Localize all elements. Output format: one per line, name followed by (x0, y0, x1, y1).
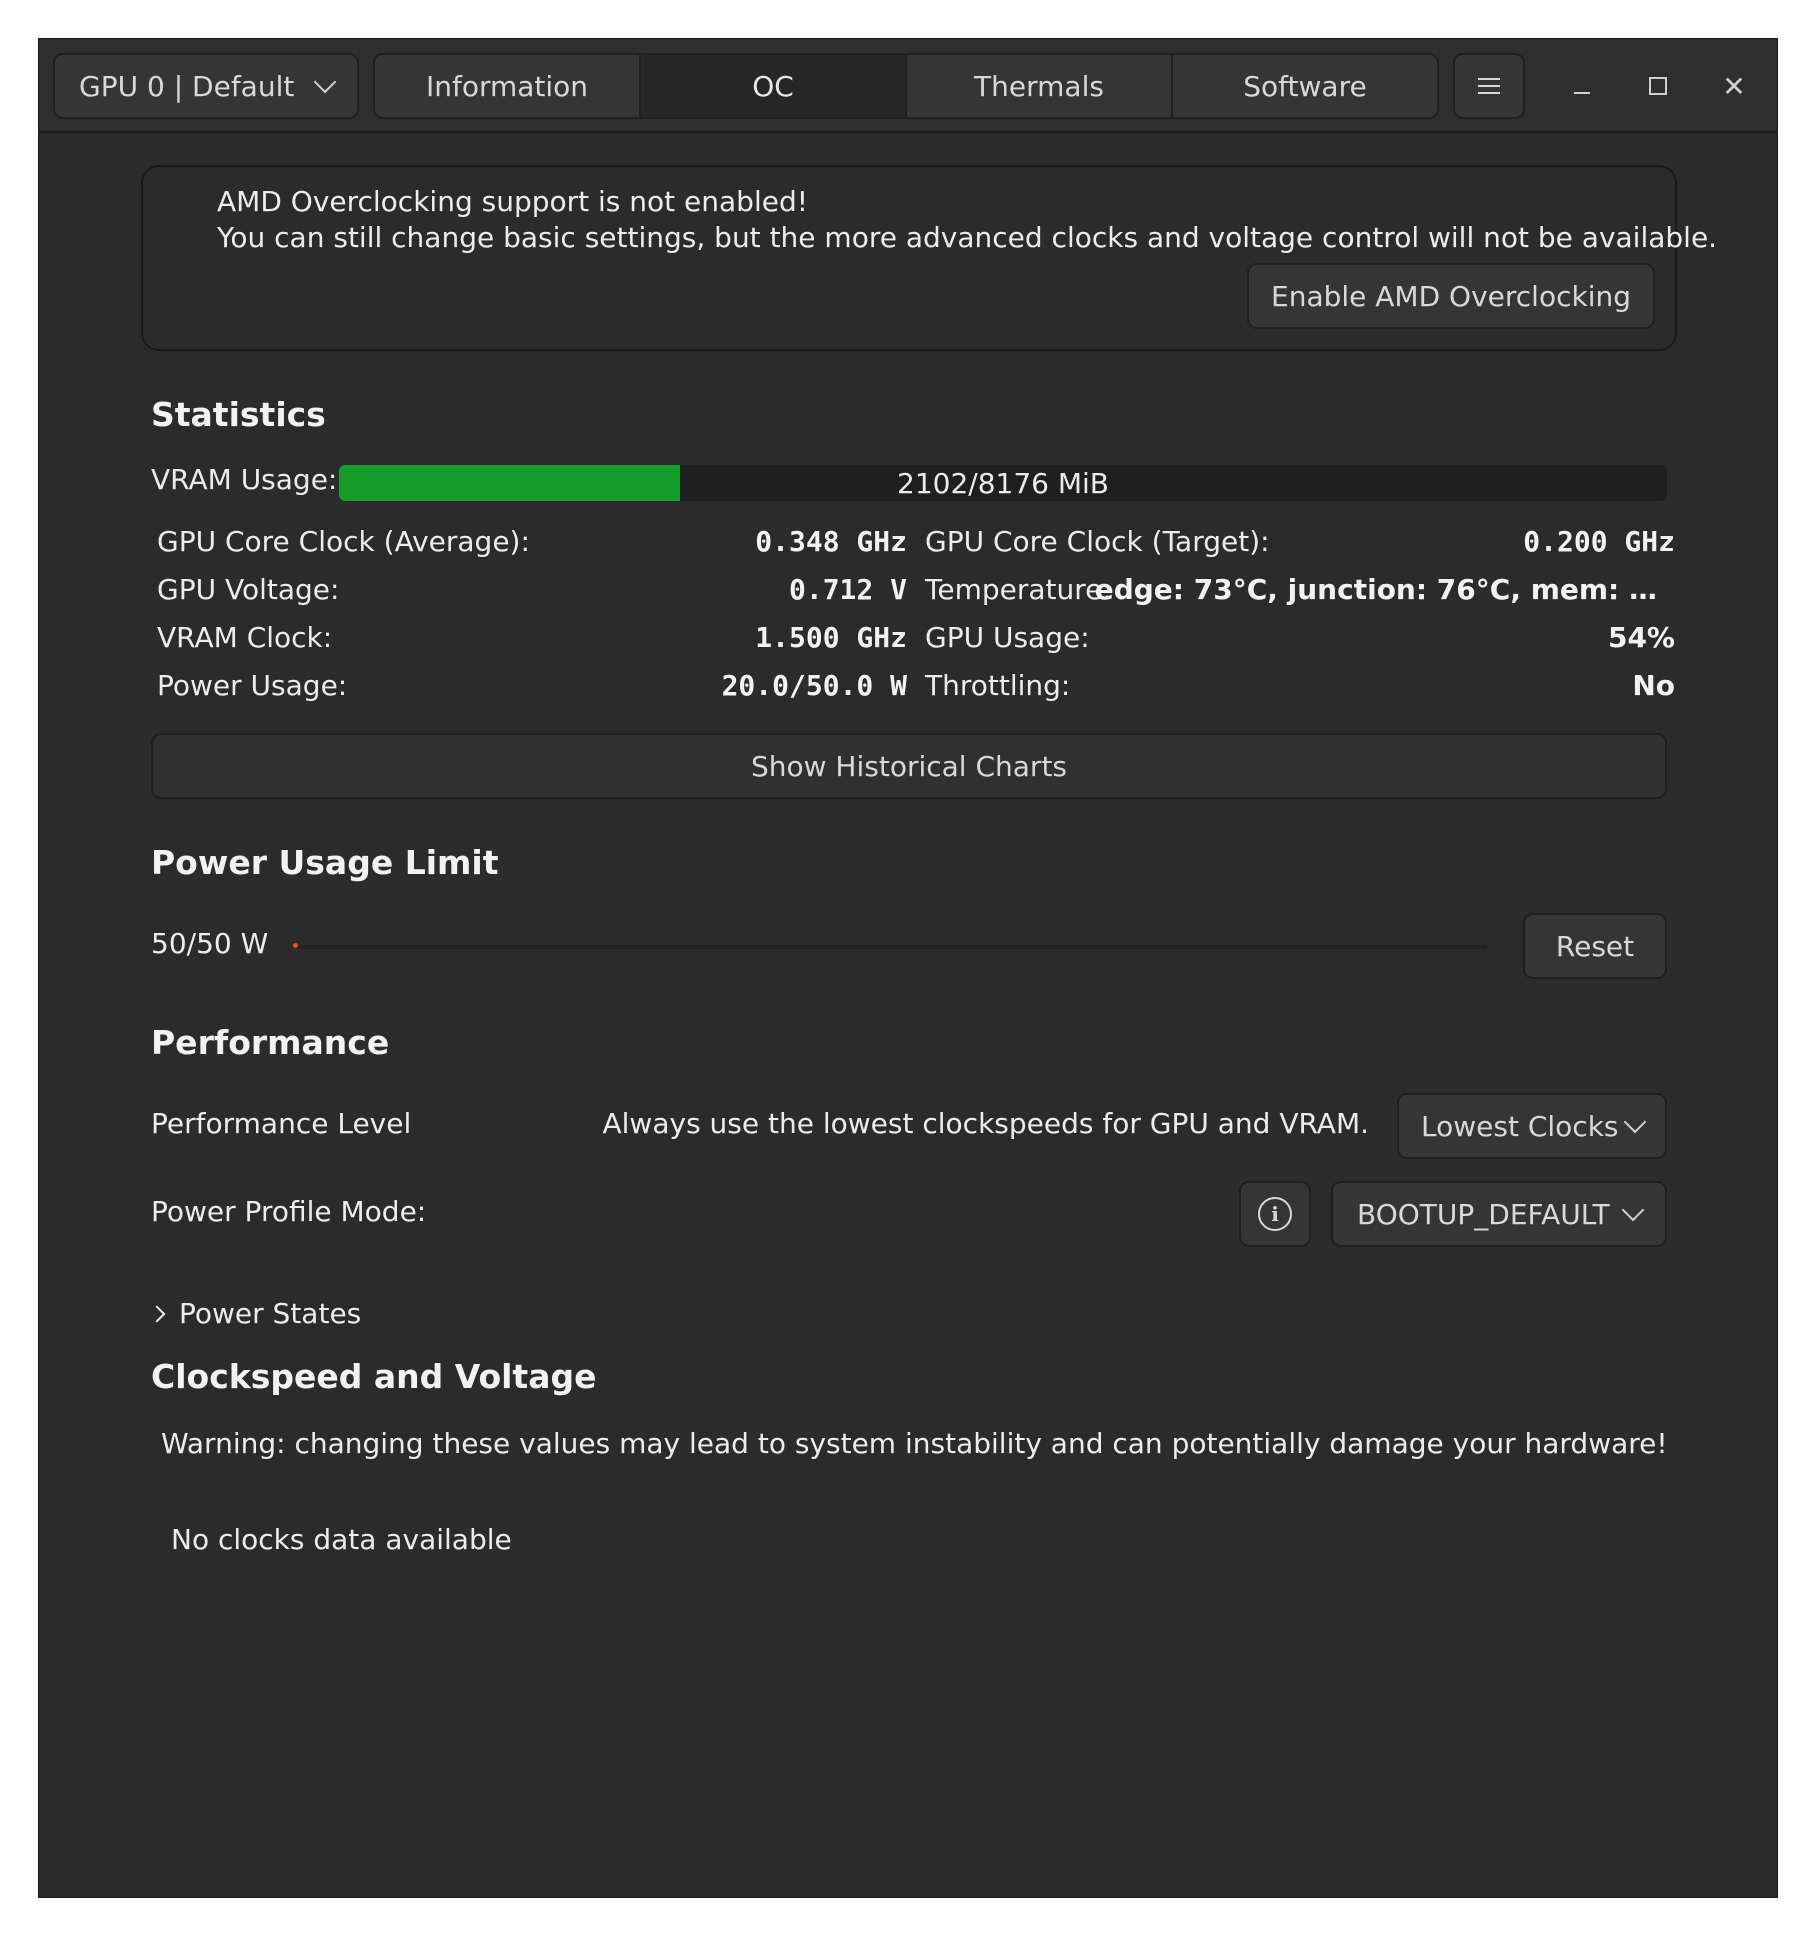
power-limit-slider[interactable] (293, 943, 1487, 949)
header-bar: GPU 0 | Default Information OC Thermals … (39, 39, 1777, 133)
chevron-down-icon (1623, 1110, 1647, 1134)
performance-level-dropdown[interactable]: Lowest Clocks (1397, 1093, 1667, 1159)
maximize-button[interactable] (1633, 61, 1683, 111)
power-profile-mode-value: BOOTUP_DEFAULT (1357, 1197, 1610, 1231)
performance-heading: Performance (151, 1023, 390, 1062)
core-clock-avg-label: GPU Core Clock (Average): (157, 525, 530, 558)
power-profile-info-button[interactable]: i (1239, 1181, 1311, 1247)
vram-usage-label: VRAM Usage: (151, 463, 338, 496)
vram-clock-value: 1.500 GHz (755, 621, 907, 654)
performance-level-description: Always use the lowest clockspeeds for GP… (602, 1107, 1370, 1140)
throttling-label: Throttling: (925, 669, 1071, 702)
vram-usage-text: 2102/8176 MiB (897, 466, 1109, 500)
reset-power-limit-button[interactable]: Reset (1523, 913, 1667, 979)
app-window: GPU 0 | Default Information OC Thermals … (38, 38, 1778, 1898)
tab-bar: Information OC Thermals Software (373, 53, 1439, 119)
chevron-down-icon (1621, 1198, 1645, 1222)
no-clocks-message: No clocks data available (171, 1523, 512, 1556)
performance-level-label: Performance Level (151, 1107, 412, 1140)
clockspeed-warning: Warning: changing these values may lead … (161, 1427, 1668, 1460)
banner-description: You can still change basic settings, but… (217, 221, 1718, 254)
gpu-usage-value: 54% (1607, 621, 1675, 654)
core-clock-avg-value: 0.348 GHz (755, 525, 907, 558)
power-profile-mode-dropdown[interactable]: BOOTUP_DEFAULT (1331, 1181, 1667, 1247)
power-usage-label: Power Usage: (157, 669, 348, 702)
tab-thermals[interactable]: Thermals (907, 55, 1173, 117)
power-limit-slider-handle[interactable] (293, 943, 298, 948)
power-states-expander[interactable]: Power States (148, 1297, 362, 1330)
power-limit-heading: Power Usage Limit (151, 843, 499, 882)
power-states-label: Power States (179, 1297, 362, 1330)
oc-disabled-banner: AMD Overclocking support is not enabled!… (141, 165, 1717, 351)
throttling-value: No (1632, 669, 1675, 702)
temperature-value: edge: 73°C, junction: 76°C, mem: … (1094, 573, 1657, 606)
info-icon: i (1258, 1197, 1292, 1231)
enable-oc-button[interactable]: Enable AMD Overclocking (1247, 263, 1655, 329)
core-clock-target-label: GPU Core Clock (Target): (925, 525, 1270, 558)
gpu-voltage-value: 0.712 V (788, 573, 907, 606)
performance-level-value: Lowest Clocks (1421, 1109, 1619, 1143)
power-profile-mode-label: Power Profile Mode: (151, 1195, 427, 1228)
power-usage-value: 20.0/50.0 W (721, 669, 907, 702)
vram-usage-bar: 2102/8176 MiB (339, 465, 1667, 501)
chevron-down-icon (313, 70, 337, 94)
core-clock-target-value: 0.200 GHz (1523, 525, 1675, 558)
tab-software[interactable]: Software (1173, 55, 1437, 117)
maximize-icon (1649, 77, 1667, 95)
chevron-right-icon (148, 1305, 166, 1322)
tab-oc[interactable]: OC (641, 55, 907, 117)
show-historical-charts-button[interactable]: Show Historical Charts (151, 733, 1667, 799)
banner-title: AMD Overclocking support is not enabled! (217, 185, 808, 218)
gpu-usage-label: GPU Usage: (925, 621, 1090, 654)
close-button[interactable]: ✕ (1709, 61, 1759, 111)
vram-clock-label: VRAM Clock: (157, 621, 333, 654)
gpu-select-dropdown[interactable]: GPU 0 | Default (53, 53, 359, 119)
power-limit-value: 50/50 W (151, 927, 269, 960)
clockspeed-heading: Clockspeed and Voltage (151, 1357, 597, 1396)
gpu-voltage-label: GPU Voltage: (157, 573, 340, 606)
minimize-button[interactable] (1557, 61, 1607, 111)
gpu-select-label: GPU 0 | Default (79, 69, 295, 103)
statistics-heading: Statistics (151, 395, 326, 434)
temperature-label: Temperature: (925, 573, 1112, 606)
close-icon: ✕ (1722, 69, 1746, 103)
minimize-icon (1574, 92, 1590, 94)
hamburger-menu-icon (1478, 78, 1500, 94)
tab-information[interactable]: Information (375, 55, 641, 117)
main-menu-button[interactable] (1453, 53, 1525, 119)
